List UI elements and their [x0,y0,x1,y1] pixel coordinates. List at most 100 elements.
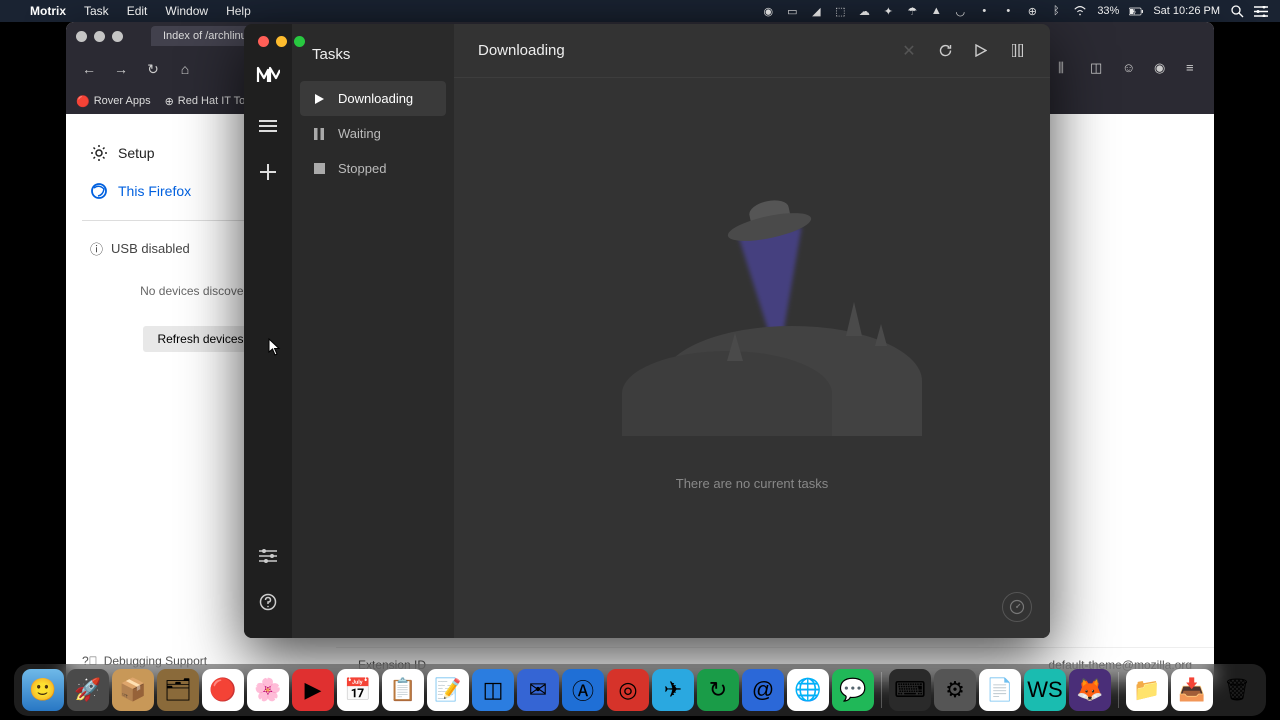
dock-photos[interactable]: 🌸 [247,669,289,711]
battery-icon[interactable] [1129,4,1143,18]
dock-separator [881,672,882,708]
dock-app[interactable]: ↻ [697,669,739,711]
motrix-window: Tasks Downloading Waiting Stopped Downlo… [244,24,1050,638]
close-icon[interactable] [76,31,87,42]
umbrella-icon[interactable]: ☂ [905,4,919,18]
shield-icon[interactable]: ▲ [929,4,943,18]
dock-app[interactable]: 🗂 [157,669,199,711]
info-icon: ⓘ [90,239,103,258]
library-icon[interactable]: ⫼ [1058,60,1076,78]
dot-icon[interactable]: • [977,4,991,18]
ext-icon[interactable]: ◉ [1154,60,1172,78]
dock-firefox[interactable]: 🦊 [1069,669,1111,711]
browser-tab[interactable]: Index of /archlinu [151,26,259,46]
dock-mail[interactable]: @ [742,669,784,711]
app-name[interactable]: Motrix [30,4,66,18]
dock-calendar[interactable]: 📅 [337,669,379,711]
sidebar-item-stopped[interactable]: Stopped [300,151,446,186]
dock-app[interactable]: 📦 [112,669,154,711]
page-title: Downloading [478,42,900,59]
macos-dock: 🙂 🚀 📦 🗂 🔴 🌸 ▶ 📅 📋 📝 ◫ ✉ Ⓐ ◎ ✈ ↻ @ 🌐 💬 ⌨ … [14,664,1266,716]
motrix-main: Downloading ✕ [454,24,1050,638]
dock-app[interactable]: 🔴 [202,669,244,711]
status-icons: ◉ ▭ ◢ ⬚ ☁ ✦ ☂ ▲ ◡ • • ⊕ ᛒ 33% Sat 10:26 … [761,4,1268,18]
dropbox-icon[interactable]: ✦ [881,4,895,18]
sidebar-item-downloading[interactable]: Downloading [300,81,446,116]
delete-icon[interactable]: ✕ [900,42,918,60]
speed-indicator-icon[interactable] [1002,592,1032,622]
wifi-icon[interactable] [1073,4,1087,18]
record-icon[interactable]: ◉ [761,4,775,18]
dock-launchpad[interactable]: 🚀 [67,669,109,711]
control-center-icon[interactable] [1254,4,1268,18]
clock[interactable]: Sat 10:26 PM [1153,5,1220,17]
dock-textedit[interactable]: 📄 [979,669,1021,711]
display-icon[interactable]: ▭ [785,4,799,18]
refresh-devices-button[interactable]: Refresh devices [143,326,257,352]
mouse-cursor [268,338,282,356]
task-list-empty: There are no current tasks [454,78,1050,638]
vpn-icon[interactable]: ◡ [953,4,967,18]
minimize-icon[interactable] [94,31,105,42]
maximize-icon[interactable] [112,31,123,42]
dock-webstorm[interactable]: WS [1024,669,1066,711]
tray-icon[interactable]: ◢ [809,4,823,18]
dock-downloads[interactable]: 📥 [1171,669,1213,711]
globe-icon[interactable]: ⊕ [1025,4,1039,18]
forward-button[interactable]: → [108,56,134,82]
home-button[interactable]: ⌂ [172,56,198,82]
preferences-icon[interactable] [252,540,284,572]
dock-youtube[interactable]: ▶ [292,669,334,711]
reload-button[interactable]: ↻ [140,56,166,82]
cloud-icon[interactable]: ☁ [857,4,871,18]
sidebar-title: Tasks [300,38,446,81]
dock-finder[interactable]: 🙂 [22,669,64,711]
resume-all-icon[interactable] [972,42,990,60]
tasks-icon[interactable] [252,110,284,142]
menu-window[interactable]: Window [165,4,208,18]
dock-separator [1118,672,1119,708]
menu-help[interactable]: Help [226,4,251,18]
dock-whatsapp[interactable]: 💬 [832,669,874,711]
empty-illustration [552,186,952,466]
close-icon[interactable] [258,36,269,47]
maximize-icon[interactable] [294,36,305,47]
dock-trash[interactable]: 🗑 [1216,669,1258,711]
menu-icon[interactable]: ≡ [1186,60,1204,78]
dock-app[interactable]: ✉ [517,669,559,711]
dock-reminders[interactable]: 📋 [382,669,424,711]
dock-terminal[interactable]: ⌨ [889,669,931,711]
empty-text: There are no current tasks [676,476,828,491]
dock-telegram[interactable]: ✈ [652,669,694,711]
add-task-icon[interactable] [252,156,284,188]
dock-chrome[interactable]: 🌐 [787,669,829,711]
tray-icon-2[interactable]: ⬚ [833,4,847,18]
bluetooth-icon[interactable]: ᛒ [1049,4,1063,18]
traffic-lights[interactable] [76,31,123,42]
dock-app[interactable]: ◎ [607,669,649,711]
bookmark-item[interactable]: 🔴 Rover Apps [76,95,151,108]
dock-trello[interactable]: ◫ [472,669,514,711]
sidebar-icon[interactable]: ◫ [1090,60,1108,78]
menu-task[interactable]: Task [84,4,109,18]
dock-settings[interactable]: ⚙ [934,669,976,711]
help-icon[interactable] [252,586,284,618]
dock-notes[interactable]: 📝 [427,669,469,711]
dot-icon-2[interactable]: • [1001,4,1015,18]
refresh-icon[interactable] [936,42,954,60]
dock-folder[interactable]: 📁 [1126,669,1168,711]
menu-edit[interactable]: Edit [127,4,148,18]
back-button[interactable]: ← [76,56,102,82]
motrix-traffic-lights [258,36,305,47]
gear-icon [90,144,108,162]
account-icon[interactable]: ☺ [1122,60,1140,78]
minimize-icon[interactable] [276,36,287,47]
sidebar-item-waiting[interactable]: Waiting [300,116,446,151]
battery-percent[interactable]: 33% [1097,5,1119,17]
pause-all-icon[interactable] [1008,42,1026,60]
motrix-rail [244,24,292,638]
dock-appstore[interactable]: Ⓐ [562,669,604,711]
stop-icon [312,163,326,174]
search-icon[interactable] [1230,4,1244,18]
motrix-logo-icon[interactable] [256,66,280,84]
